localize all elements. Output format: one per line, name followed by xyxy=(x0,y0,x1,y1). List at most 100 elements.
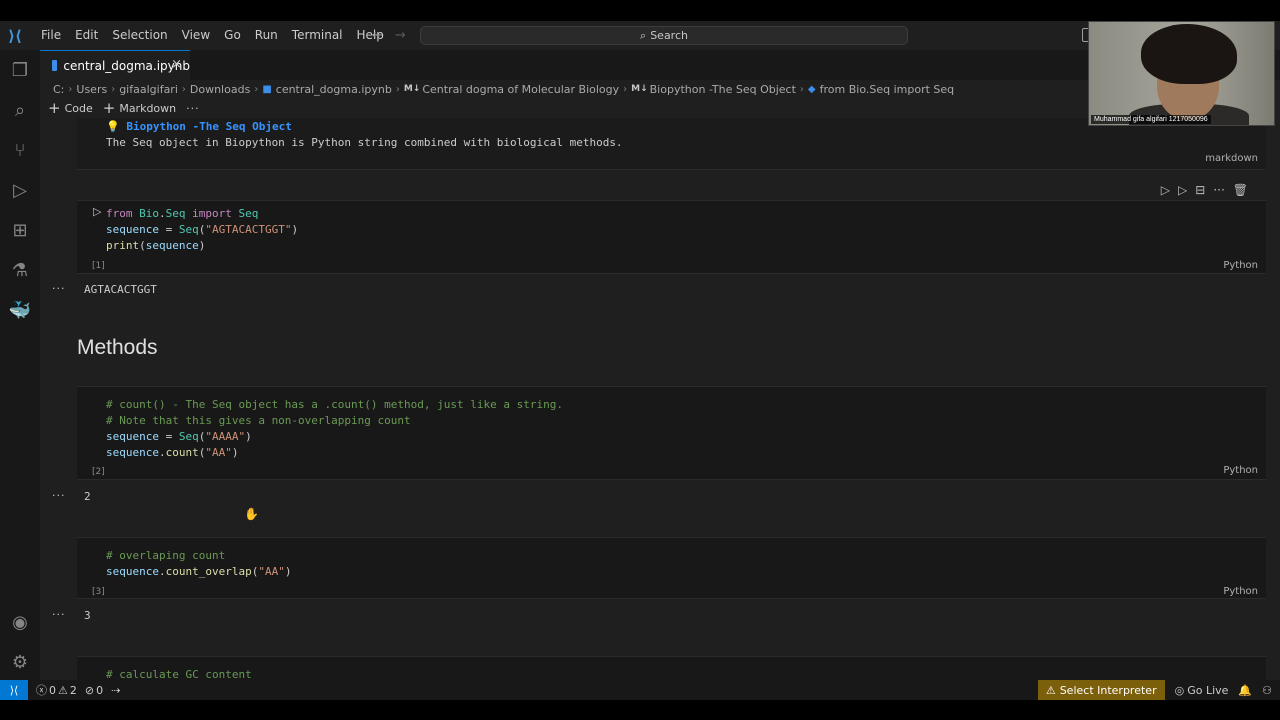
warning-icon: ⚠ xyxy=(58,683,68,697)
select-interpreter-button[interactable]: ⚠ Select Interpreter xyxy=(1037,680,1165,700)
chevron-right-icon: › xyxy=(799,83,804,95)
ports-indicator[interactable]: ⊘ 0 xyxy=(85,684,103,697)
code-cell-icon: ◆ xyxy=(807,83,816,95)
code-cell[interactable]: # overlaping count sequence.count_overla… xyxy=(77,537,1266,599)
testing-icon[interactable]: ⚗ xyxy=(8,258,32,282)
run-by-line-icon[interactable]: ▷ xyxy=(1161,183,1170,197)
menu-view[interactable]: View xyxy=(175,21,217,50)
menu-file[interactable]: File xyxy=(34,21,68,50)
problems-indicator[interactable]: ⓧ 0 ⚠ 2 xyxy=(36,682,77,698)
search-icon[interactable]: ⌕ xyxy=(8,98,32,122)
markdown-heading: Biopython -The Seq Object xyxy=(126,120,292,133)
go-live-button[interactable]: ◎ Go Live xyxy=(1175,684,1229,697)
warning-count: 2 xyxy=(69,683,77,697)
breadcrumb-item[interactable]: Central dogma of Molecular Biology xyxy=(422,83,619,96)
cell-language-label[interactable]: Python xyxy=(1223,465,1258,476)
cell-output: 2 xyxy=(84,490,91,503)
run-cell-icon[interactable]: ▷ xyxy=(93,205,101,218)
presenter-hair xyxy=(1141,24,1237,84)
output-actions-button[interactable]: ··· xyxy=(52,282,66,295)
menu-selection[interactable]: Selection xyxy=(105,21,174,50)
chevron-right-icon: › xyxy=(68,83,73,95)
live-share-icon[interactable]: ⇢ xyxy=(111,684,120,697)
menu-terminal[interactable]: Terminal xyxy=(285,21,350,50)
breadcrumb-item[interactable]: C: xyxy=(53,83,64,96)
breadcrumb-item[interactable]: Biopython -The Seq Object xyxy=(650,83,796,96)
code-cell[interactable]: ▷ from Bio.Seq import Seq sequence = Seq… xyxy=(77,200,1266,274)
more-icon[interactable]: ··· xyxy=(1213,183,1224,197)
forward-arrow-icon[interactable]: → xyxy=(395,28,406,43)
output-actions-button[interactable]: ··· xyxy=(52,608,66,621)
breadcrumb-item[interactable]: Downloads xyxy=(190,83,250,96)
breadcrumb-item[interactable]: from Bio.Seq import Seq xyxy=(820,83,955,96)
breadcrumb-item[interactable]: gifaalgifari xyxy=(119,83,178,96)
breadcrumb-item[interactable]: central_dogma.ipynb xyxy=(276,83,392,96)
add-markdown-cell-button[interactable]: + Markdown xyxy=(102,98,176,117)
add-code-cell-button[interactable]: + Code xyxy=(48,100,93,116)
notebook-file-icon: ■ xyxy=(262,83,272,95)
presenter-name-label: Muhammad gifa algifari 1217050096 xyxy=(1091,115,1211,124)
notebook-file-icon xyxy=(52,60,58,71)
webcam-overlay: Muhammad gifa algifari 1217050096 xyxy=(1088,21,1275,126)
error-count: 0 xyxy=(49,683,56,697)
markdown-icon: M↓ xyxy=(631,84,648,94)
lightbulb-icon: 💡 xyxy=(106,120,120,133)
command-center-search[interactable]: ⌕ Search xyxy=(420,26,908,45)
select-interpreter-label: Select Interpreter xyxy=(1059,683,1157,697)
account-icon[interactable]: ◉ xyxy=(8,610,32,634)
extensions-icon[interactable]: ⊞ xyxy=(8,218,32,242)
remote-icon[interactable]: ⟩⟨ xyxy=(0,680,28,700)
markdown-text: The Seq object in Biopython is Python st… xyxy=(106,136,623,149)
notifications-bell-icon[interactable]: 🔔 xyxy=(1238,684,1252,697)
source-control-icon[interactable]: ⑂ xyxy=(8,138,32,162)
tab-central-dogma[interactable]: central_dogma.ipynb × xyxy=(40,50,190,80)
ports-count: 0 xyxy=(96,683,104,697)
menu-edit[interactable]: Edit xyxy=(68,21,105,50)
cell-source[interactable]: from Bio.Seq import Seq sequence = Seq("… xyxy=(106,206,298,254)
go-live-label: Go Live xyxy=(1187,683,1229,697)
back-arrow-icon[interactable]: ← xyxy=(372,28,383,43)
breadcrumb-item[interactable]: Users xyxy=(76,83,107,96)
warning-icon: ⚠ xyxy=(1045,683,1056,697)
code-cell[interactable]: # calculate GC content xyxy=(77,656,1266,680)
menu-run[interactable]: Run xyxy=(248,21,285,50)
broadcast-icon: ◎ xyxy=(1174,683,1185,697)
explorer-icon[interactable]: ❐ xyxy=(8,58,32,82)
cell-output: AGTACACTGGT xyxy=(84,283,157,296)
docker-icon[interactable]: 🐳 xyxy=(8,298,32,322)
cell-language-label[interactable]: Python xyxy=(1223,260,1258,271)
add-code-label: Code xyxy=(64,101,93,115)
execute-above-icon[interactable]: ▷ xyxy=(1178,183,1187,197)
status-bar-right: ⚠ Select Interpreter ◎ Go Live 🔔 ⚇ xyxy=(1037,680,1280,700)
run-debug-icon[interactable]: ▷ xyxy=(8,178,32,202)
markdown-heading-methods: Methods xyxy=(77,336,158,359)
cell-source[interactable]: # calculate GC content xyxy=(106,667,252,680)
feedback-icon[interactable]: ⚇ xyxy=(1262,684,1272,697)
plus-icon: + xyxy=(102,98,116,117)
split-cell-icon[interactable]: ⊟ xyxy=(1195,183,1205,197)
letterbox-top xyxy=(0,0,1280,21)
ports-icon: ⊘ xyxy=(84,683,95,697)
settings-gear-icon[interactable]: ⚙ xyxy=(8,650,32,674)
code-cell[interactable]: # count() - The Seq object has a .count(… xyxy=(77,386,1266,480)
chevron-right-icon: › xyxy=(623,83,628,95)
cell-source[interactable]: # count() - The Seq object has a .count(… xyxy=(106,397,563,461)
chevron-right-icon: › xyxy=(111,83,116,95)
notebook-editor: 💡 Biopython -The Seq Object The Seq obje… xyxy=(40,118,1280,680)
cell-language-label[interactable]: Python xyxy=(1223,586,1258,597)
output-actions-button[interactable]: ··· xyxy=(52,489,66,502)
search-placeholder: Search xyxy=(650,29,688,42)
close-tab-icon[interactable]: × xyxy=(171,57,182,72)
letterbox-bottom xyxy=(0,700,1280,720)
execution-count: [1] xyxy=(92,261,105,271)
execution-count: [2] xyxy=(92,467,105,477)
markdown-content: 💡 Biopython -The Seq Object The Seq obje… xyxy=(106,119,623,151)
cell-source[interactable]: # overlaping count sequence.count_overla… xyxy=(106,548,291,580)
cell-language-label[interactable]: markdown xyxy=(1205,153,1258,164)
markdown-icon: M↓ xyxy=(403,84,421,94)
delete-cell-icon[interactable]: 🗑 xyxy=(1233,183,1248,197)
status-bar: ⟩⟨ ⓧ 0 ⚠ 2 ⊘ 0 ⇢ ⚠ Select Interpreter ◎ … xyxy=(0,680,1280,700)
cell-output: 3 xyxy=(84,609,91,622)
menu-go[interactable]: Go xyxy=(217,21,248,50)
more-actions-button[interactable]: ··· xyxy=(186,102,200,115)
